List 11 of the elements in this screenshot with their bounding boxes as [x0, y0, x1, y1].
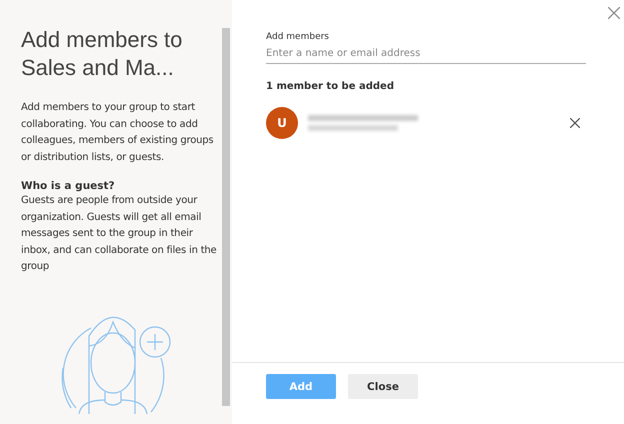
remove-icon[interactable] — [570, 118, 580, 128]
description-text: Add members to your group to start collaborating. You can choose to add colleagues, members of existing groups or distribution lists, or guests. — [21, 101, 214, 164]
close-icon[interactable] — [608, 7, 620, 19]
member-count: 1 member to be added — [266, 81, 395, 92]
guest-description: Guests are people from outside your organization. Guests will get all email messages sent to the group in their inbox, and can collaborate on files in the group — [21, 194, 218, 274]
member-avatar: U — [266, 107, 298, 139]
guest-heading: Who is a guest? — [21, 180, 116, 192]
field-label: Add members — [266, 32, 330, 42]
panel-title: Add members to Sales and Ma... — [21, 26, 184, 82]
close-button[interactable]: Close — [348, 374, 418, 399]
member-search-field[interactable]: Enter a name or email address — [266, 48, 586, 64]
